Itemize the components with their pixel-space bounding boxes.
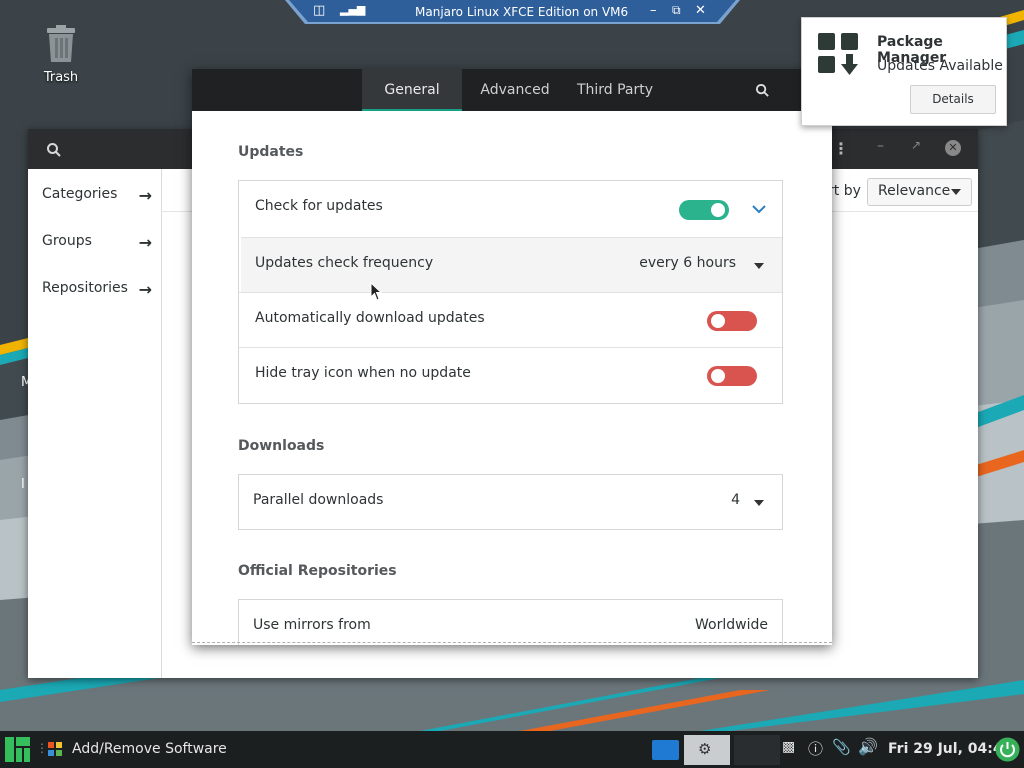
pin-icon[interactable]: ◫ (313, 3, 325, 18)
sidebar-item-label: Categories (42, 186, 118, 202)
sidebar-item-categories[interactable]: Categories → (42, 186, 152, 212)
search-icon[interactable] (46, 142, 62, 158)
clock[interactable]: Fri 29 Jul, 04:45 (888, 741, 1012, 757)
check-for-updates-label: Check for updates (255, 198, 383, 214)
mirrors-row[interactable]: Use mirrors from Worldwide (239, 600, 782, 645)
vm-title: Manjaro Linux XFCE Edition on VM6 (415, 5, 629, 19)
package-manager-icon (818, 33, 858, 75)
section-title-official-repositories: Official Repositories (238, 563, 397, 579)
hide-tray-label: Hide tray icon when no update (255, 365, 471, 381)
sort-by-label: rt by (828, 183, 861, 199)
check-for-updates-row: Check for updates (239, 181, 782, 236)
notification-body: Updates Available (877, 58, 1003, 74)
maximize-icon[interactable]: ↗ (911, 138, 921, 152)
gear-icon: ⚙ (698, 740, 712, 758)
section-title-downloads: Downloads (238, 438, 325, 454)
downloads-card: Parallel downloads 4 (238, 474, 783, 530)
toggle-knob (711, 369, 725, 383)
separator-handle-icon: ⋮ (36, 741, 48, 755)
sort-by-value: Relevance (878, 183, 951, 199)
manjaro-menu-icon[interactable] (4, 736, 31, 763)
dropdown-arrow-icon (754, 500, 764, 506)
arrow-right-icon: → (138, 280, 152, 299)
software-app-icon (48, 742, 62, 756)
details-button[interactable]: Details (910, 85, 996, 114)
network-icon[interactable]: ▩ (782, 739, 795, 755)
close-icon[interactable]: ✕ (945, 140, 961, 156)
trash-desktop-icon[interactable]: Trash (34, 24, 88, 85)
chevron-down-icon[interactable] (752, 205, 766, 214)
desktop-icon-label-fragment: I (21, 477, 25, 492)
volume-icon[interactable]: 🔊 (858, 737, 878, 756)
section-title-updates: Updates (238, 144, 304, 160)
hide-tray-row: Hide tray icon when no update (239, 347, 782, 403)
trash-icon (47, 25, 75, 62)
workspace-3-icon[interactable] (734, 735, 780, 765)
trash-label: Trash (43, 70, 79, 85)
update-frequency-value: every 6 hours (639, 255, 736, 271)
tab-general[interactable]: General (362, 69, 462, 111)
minimize-icon[interactable]: – (650, 3, 657, 18)
scroll-edge (192, 642, 832, 643)
search-icon[interactable] (755, 83, 770, 98)
update-frequency-label: Updates check frequency (255, 255, 434, 271)
tab-third-party[interactable]: Third Party (570, 69, 660, 111)
workspace-2-icon[interactable]: ⚙ (684, 735, 730, 765)
sidebar-item-repositories[interactable]: Repositories → (42, 280, 152, 306)
notification-popup[interactable]: Package Manager Updates Available Detail… (801, 17, 1007, 126)
vm-title-bar: ◫ ▂▄▆ Manjaro Linux XFCE Edition on VM6 … (285, 0, 740, 24)
auto-download-toggle[interactable] (707, 311, 757, 331)
arrow-right-icon: → (138, 233, 152, 252)
auto-download-row: Automatically download updates (239, 292, 782, 348)
preferences-header: General Advanced Third Party (192, 69, 832, 111)
tab-advanced[interactable]: Advanced (468, 69, 562, 111)
sidebar: Categories → Groups → Repositories → (28, 169, 162, 678)
check-for-updates-toggle[interactable] (679, 200, 729, 220)
mouse-cursor-icon (370, 282, 383, 301)
hide-tray-toggle[interactable] (707, 366, 757, 386)
taskbar: ⋮ Add/Remove Software ⚙ ▩ ⓘ 📎 🔊 Fri 29 J… (0, 731, 1024, 768)
workspace-1-icon[interactable] (652, 740, 679, 760)
sidebar-item-label: Repositories (42, 280, 128, 296)
restore-icon[interactable]: ⧉ (672, 3, 681, 18)
official-repos-card: Use mirrors from Worldwide (238, 599, 783, 645)
parallel-downloads-label: Parallel downloads (253, 492, 384, 508)
update-frequency-row[interactable]: Updates check frequency every 6 hours (241, 237, 782, 293)
arrow-right-icon: → (138, 186, 152, 205)
parallel-downloads-row[interactable]: Parallel downloads 4 (239, 475, 782, 530)
updates-card: Check for updates Updates check frequenc… (238, 180, 783, 404)
sort-by-dropdown[interactable]: Relevance (867, 178, 972, 206)
toggle-knob (711, 314, 725, 328)
mirrors-label: Use mirrors from (253, 617, 371, 633)
mirrors-value: Worldwide (695, 617, 768, 633)
toggle-knob (711, 203, 725, 217)
preferences-dialog: General Advanced Third Party Updates Che… (192, 69, 832, 645)
taskbar-app-label[interactable]: Add/Remove Software (72, 741, 227, 757)
parallel-downloads-value: 4 (731, 492, 740, 508)
dropdown-arrow-icon (951, 189, 961, 195)
info-icon[interactable]: ⓘ (808, 738, 823, 759)
close-icon[interactable]: ✕ (695, 3, 706, 18)
power-icon[interactable] (995, 737, 1020, 762)
clipboard-icon[interactable]: 📎 (832, 738, 851, 756)
dropdown-arrow-icon (754, 263, 764, 269)
signal-icon: ▂▄▆ (340, 3, 366, 16)
minimize-icon[interactable]: – (877, 138, 884, 154)
sidebar-item-groups[interactable]: Groups → (42, 233, 152, 259)
auto-download-label: Automatically download updates (255, 310, 485, 326)
menu-icon[interactable]: ⋮ (833, 139, 849, 158)
sidebar-item-label: Groups (42, 233, 92, 249)
